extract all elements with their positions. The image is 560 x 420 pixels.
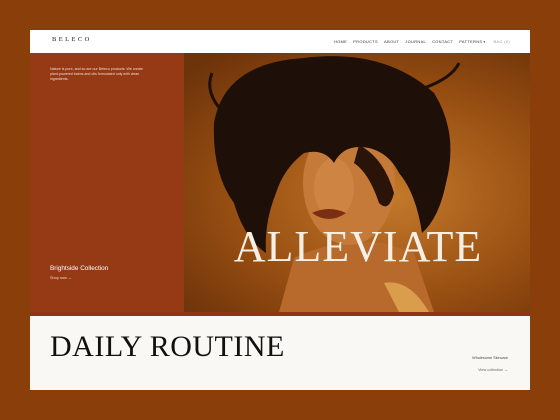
main-nav: HOME PRODUCTS ABOUT JOURNAL CONTACT PATT… xyxy=(334,39,510,44)
website-frame: BELECO HOME PRODUCTS ABOUT JOURNAL CONTA… xyxy=(30,30,530,390)
site-header: BELECO HOME PRODUCTS ABOUT JOURNAL CONTA… xyxy=(30,30,530,54)
portrait-photo xyxy=(208,56,461,312)
hero-image: ALLEVIATE xyxy=(184,53,530,312)
nav-home[interactable]: HOME xyxy=(334,39,347,44)
intro-text: Nature is pure, and so are our Beleco pr… xyxy=(50,67,143,81)
intro-panel: Nature is pure, and so are our Beleco pr… xyxy=(30,53,184,312)
nav-contact[interactable]: CONTACT xyxy=(432,39,453,44)
section-title: DAILY ROUTINE xyxy=(50,330,285,363)
logo[interactable]: BELECO xyxy=(52,36,92,43)
hero-title: ALLEVIATE xyxy=(233,222,483,271)
section-category: Wholesome Skincare xyxy=(472,356,508,360)
nav-journal[interactable]: JOURNAL xyxy=(405,39,426,44)
chevron-down-icon: ▾ xyxy=(483,40,486,44)
cart-link[interactable]: BAG (0) xyxy=(493,39,510,44)
view-collection-link[interactable]: View collection → xyxy=(478,368,508,372)
nav-about[interactable]: ABOUT xyxy=(384,39,399,44)
nav-products[interactable]: PRODUCTS xyxy=(353,39,378,44)
nav-patterns[interactable]: PATTERNS▾ xyxy=(459,39,485,44)
routine-section: DAILY ROUTINE Wholesome Skincare View co… xyxy=(30,316,530,390)
nav-patterns-label: PATTERNS xyxy=(459,39,483,44)
shop-now-link[interactable]: Shop now → xyxy=(50,276,72,280)
collection-title: Brightside Collection xyxy=(50,265,109,272)
